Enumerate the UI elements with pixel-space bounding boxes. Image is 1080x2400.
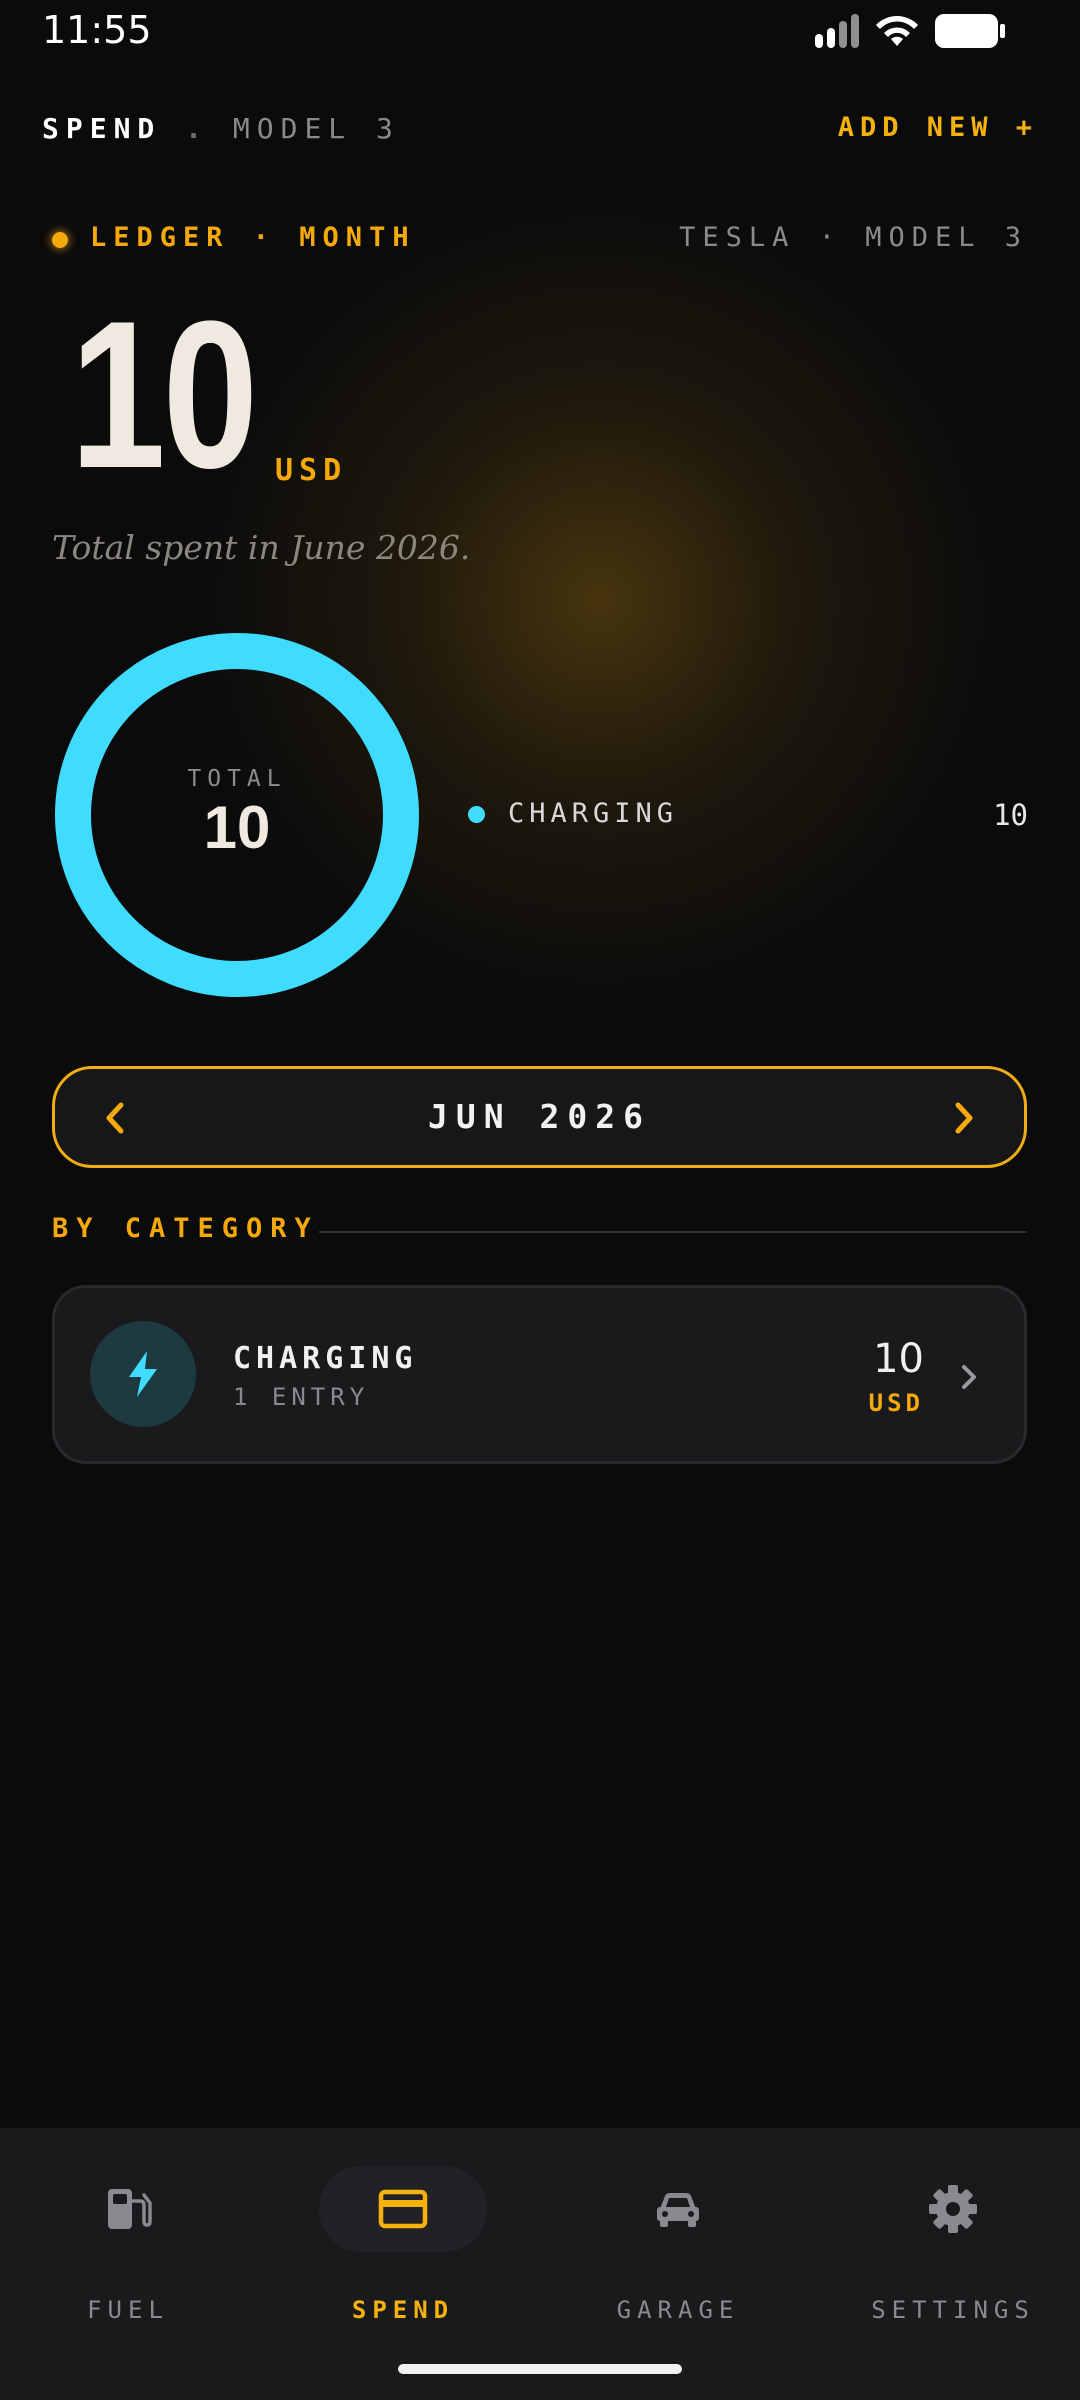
home-indicator[interactable] [398,2364,682,2374]
car-icon [657,2193,699,2227]
breadcrumb: SPEND . MODEL 3 [42,112,400,145]
nav-icon-container [44,2166,212,2252]
nav-item-garage[interactable]: GARAGE [558,2166,798,2336]
nav-item-settings[interactable]: SETTINGS [833,2166,1073,2336]
category-amount: 10 [873,1336,924,1382]
nav-label: SPEND [351,2296,455,2324]
category-row-charging[interactable]: CHARGING 1 ENTRY 10 USD [52,1285,1027,1464]
credit-card-icon [378,2189,428,2229]
category-entries: 1 ENTRY [233,1383,370,1411]
nav-label: SETTINGS [871,2296,1035,2324]
vehicle-label: TESLA · MODEL 3 [679,222,1028,253]
month-selector: JUN 2026 [52,1066,1027,1168]
battery-icon [935,14,1005,48]
category-icon-badge [90,1321,196,1427]
status-bar: 11:55 [0,0,1080,62]
total-amount: 10 [70,277,258,512]
section-title: BY CATEGORY [52,1213,319,1244]
ledger-dot-icon [52,232,68,248]
nav-icon-container [594,2166,762,2252]
nav-item-spend[interactable]: SPEND [283,2166,523,2336]
donut-center-label: TOTAL [187,766,287,792]
nav-icon-container [869,2166,1037,2252]
bottom-navigation: FUEL SPEND GARAGE SETTINGS [0,2128,1080,2400]
breadcrumb-model: MODEL 3 [232,112,400,145]
breadcrumb-section: SPEND [42,112,162,145]
legend-label: CHARGING [508,798,679,829]
legend-item: CHARGING 10 [468,796,1028,836]
cellular-signal-icon [815,14,861,48]
fuel-pump-icon [108,2189,152,2229]
legend-value: 10 [993,798,1028,832]
lightning-bolt-icon [129,1351,157,1397]
month-label: JUN 2026 [428,1097,651,1136]
ledger-label: LEDGER · MONTH [90,222,416,253]
nav-icon-container [319,2166,487,2252]
nav-label: FUEL [87,2296,169,2324]
total-currency: USD [275,453,348,488]
total-subtitle: Total spent in June 2026. [52,528,471,567]
legend-dot-charging [468,806,485,823]
by-category-header: BY CATEGORY [52,1213,1027,1253]
gear-icon [929,2185,977,2233]
status-time: 11:55 [42,8,152,52]
wifi-icon [876,16,918,46]
category-currency: USD [868,1389,924,1417]
category-name: CHARGING [233,1341,418,1376]
chevron-right-icon[interactable] [938,1093,988,1143]
section-divider [319,1231,1027,1233]
donut-center-value: 10 [203,794,271,861]
chevron-right-icon [962,1365,976,1389]
add-new-button[interactable]: ADD NEW + [838,112,1038,143]
breadcrumb-separator: . [185,112,210,145]
nav-label: GARAGE [616,2296,740,2324]
top-bar: SPEND . MODEL 3 ADD NEW + [42,112,1038,152]
nav-item-fuel[interactable]: FUEL [8,2166,248,2336]
